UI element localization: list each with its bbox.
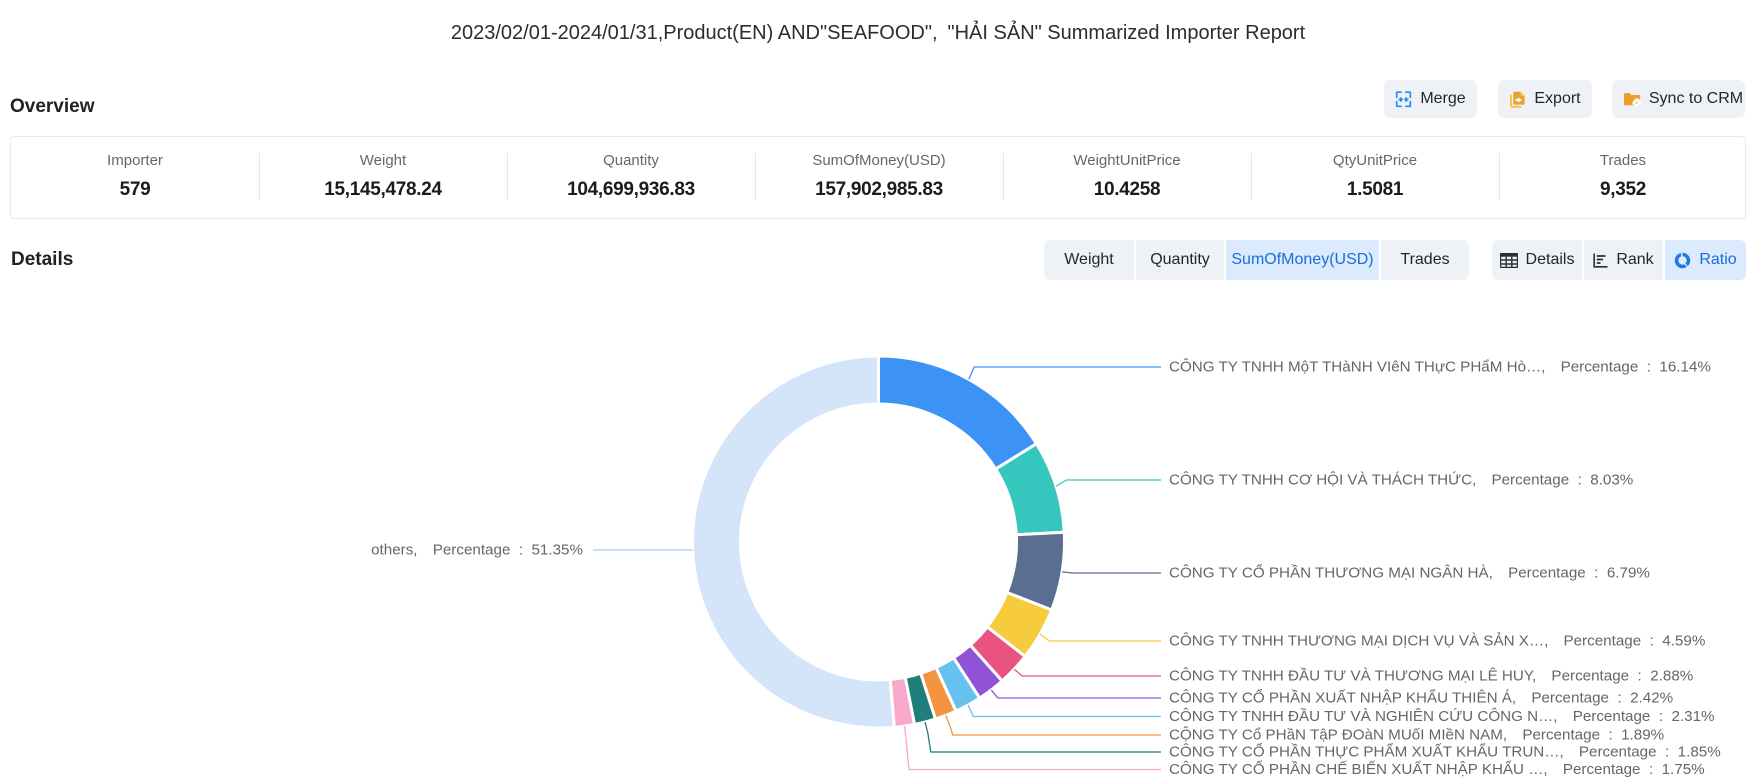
svg-text:CÔNG TY CỔ PHẦN THƯƠNG MẠI NGÂ: CÔNG TY CỔ PHẦN THƯƠNG MẠI NGÂN HÀ, Perc… xyxy=(1169,564,1650,582)
svg-text:CÔNG TY CỔ PHẦN CHẾ BIẾN XUẤT: CÔNG TY CỔ PHẦN CHẾ BIẾN XUẤT NHẬP KHẨU … xyxy=(1169,760,1705,778)
svg-text:CÔNG TY TNHH CƠ HỘI VÀ THÁCH T: CÔNG TY TNHH CƠ HỘI VÀ THÁCH THỨC, Perce… xyxy=(1169,472,1633,489)
svg-text:CÔNG TY TNHH MộT THàNH VIêN TH: CÔNG TY TNHH MộT THàNH VIêN THựC PHẩM Hò… xyxy=(1169,359,1711,376)
svg-text:CÔNG TY TNHH ĐẦU TƯ VÀ NGHIÊN: CÔNG TY TNHH ĐẦU TƯ VÀ NGHIÊN CỨU CÔNG N… xyxy=(1169,708,1715,725)
svg-text:CÔNG TY TNHH ĐẦU TƯ VÀ THƯƠNG: CÔNG TY TNHH ĐẦU TƯ VÀ THƯƠNG MẠI LÊ HUY… xyxy=(1169,668,1693,685)
svg-text:CỘNG TY Cổ PHầN TậP ĐOàN MUốI: CỘNG TY Cổ PHầN TậP ĐOàN MUốI MIềN NAM, … xyxy=(1169,727,1664,744)
svg-text:others, Percentage : 51.35%: others, Percentage : 51.35% xyxy=(371,542,583,559)
svg-text:CÔNG TY TNHH THƯƠNG MẠI DỊCH V: CÔNG TY TNHH THƯƠNG MẠI DỊCH VỤ VÀ SẢN X… xyxy=(1169,633,1705,650)
svg-text:CÔNG TY CỔ PHẦN THỰC PHẨM XUẤT: CÔNG TY CỔ PHẦN THỰC PHẨM XUẤT KHẨU TRUN… xyxy=(1169,743,1721,761)
svg-text:CÔNG TY CỔ PHẦN XUẤT NHẬP KHẨU: CÔNG TY CỔ PHẦN XUẤT NHẬP KHẨU THIÊN Á, … xyxy=(1169,689,1673,707)
